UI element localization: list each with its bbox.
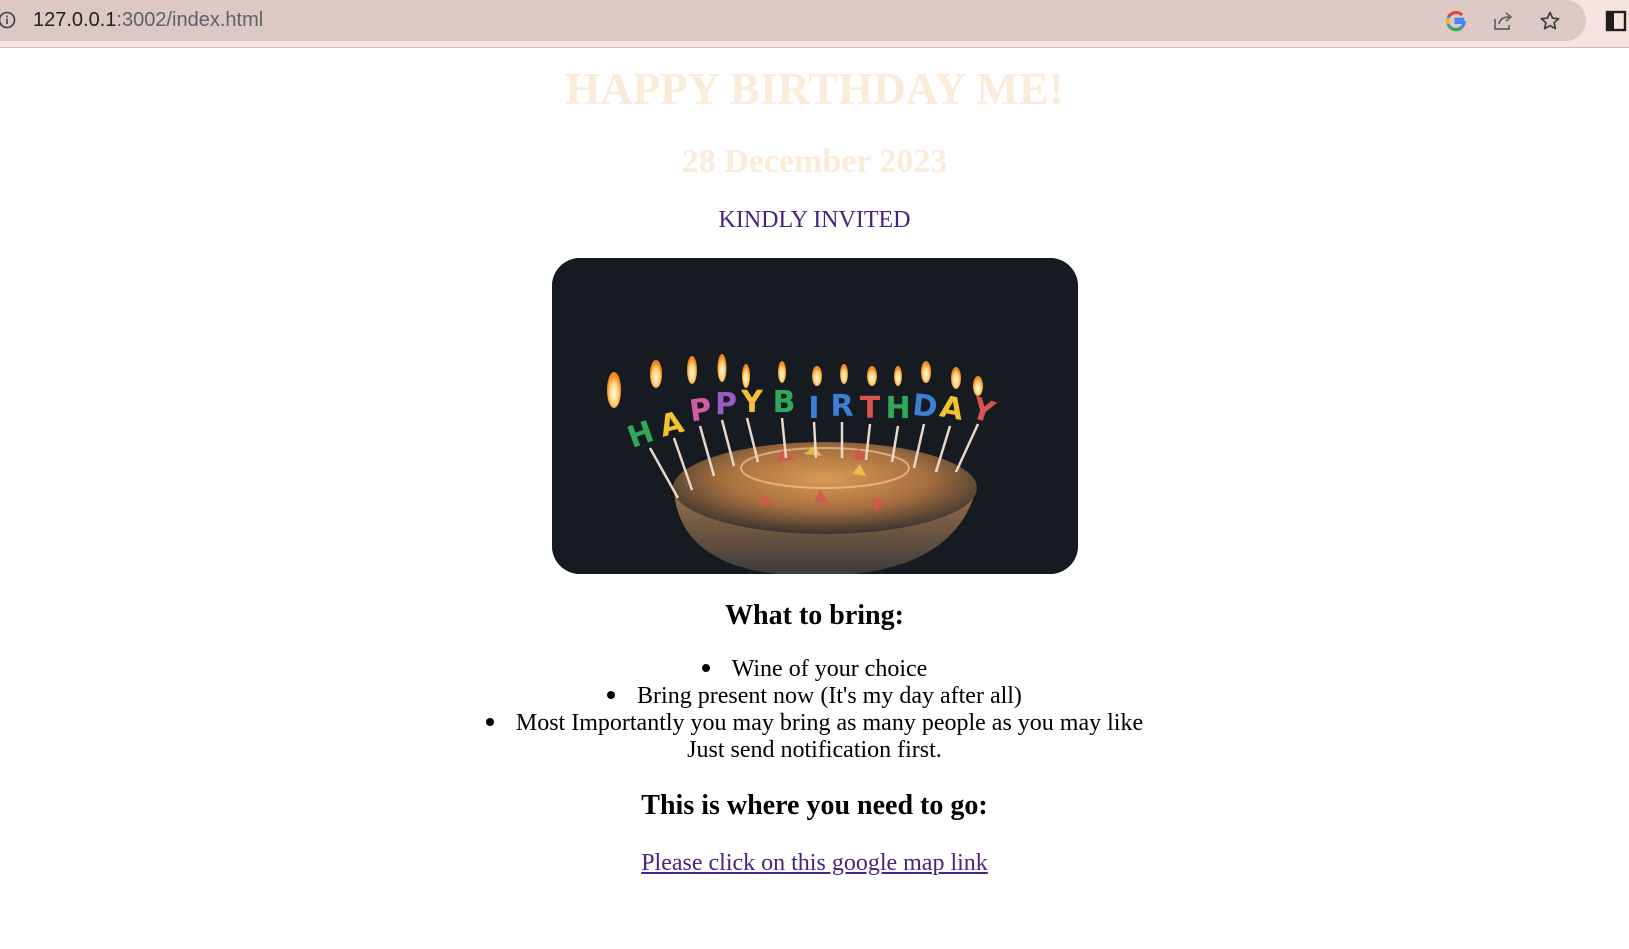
star-icon[interactable] [1537, 8, 1563, 34]
browser-toolbar: 127.0.0.1:3002/index.html [0, 0, 1629, 48]
note-text: Just send notification first. [687, 737, 942, 763]
info-icon[interactable] [0, 11, 16, 29]
list-item-text: Most Importantly you may bring as many p… [515, 710, 1144, 736]
list-item: Most Importantly you may bring as many p… [0, 710, 1629, 737]
google-icon[interactable] [1443, 8, 1469, 34]
event-date: 28 December 2023 [681, 143, 948, 180]
share-icon[interactable] [1490, 8, 1516, 34]
svg-text:D: D [910, 388, 938, 425]
list-item: Bring present now (It's my day after all… [0, 683, 1629, 710]
address-bar[interactable]: 127.0.0.1:3002/index.html [0, 0, 1586, 41]
svg-text:B: B [772, 385, 795, 420]
invite-text: KINDLY INVITED [718, 207, 911, 233]
google-map-link[interactable]: Please click on this google map link [641, 850, 988, 877]
bullet-icon [607, 691, 616, 700]
url-text[interactable]: 127.0.0.1:3002/index.html [33, 9, 263, 32]
page-title: HAPPY BIRTHDAY ME! [565, 64, 1064, 114]
where-heading: This is where you need to go: [641, 790, 988, 821]
url-path: :3002/index.html [116, 9, 264, 31]
notification-note: Just send notification first. [0, 737, 1629, 764]
svg-text:R: R [830, 389, 853, 424]
bullet-icon [485, 718, 494, 727]
list-item-text: Wine of your choice [731, 656, 928, 682]
svg-text:Y: Y [740, 385, 764, 420]
url-host: 127.0.0.1 [33, 9, 117, 31]
svg-text:H: H [885, 391, 910, 426]
bring-heading: What to bring: [725, 600, 904, 631]
side-panel-icon[interactable] [1603, 8, 1629, 34]
birthday-cake-photo: H A P P Y B I R T H D A Y [551, 258, 1078, 574]
invitation-page: HAPPY BIRTHDAY ME! 28 December 2023 KIND… [0, 48, 1629, 877]
bullet-icon [701, 664, 710, 673]
list-item-text: Bring present now (It's my day after all… [637, 683, 1022, 709]
bring-list: Wine of your choice Bring present now (I… [0, 656, 1629, 764]
list-item: Wine of your choice [0, 656, 1629, 683]
svg-text:I: I [808, 391, 819, 426]
svg-text:T: T [859, 391, 880, 426]
svg-text:P: P [715, 387, 737, 422]
